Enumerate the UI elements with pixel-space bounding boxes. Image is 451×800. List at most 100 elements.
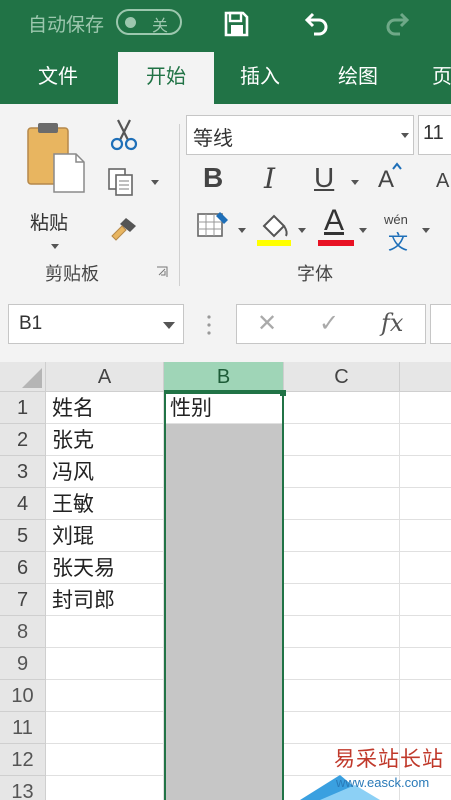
cell-c[interactable] — [284, 456, 400, 488]
cell-a[interactable]: 姓名 — [46, 392, 164, 424]
tab-insert[interactable]: 插入 — [240, 48, 280, 104]
cell-d[interactable] — [400, 488, 451, 520]
cut-icon[interactable] — [108, 118, 140, 152]
bold-button[interactable]: B — [203, 162, 223, 194]
tab-page-layout[interactable]: 页 — [432, 48, 451, 104]
cell-d[interactable] — [400, 424, 451, 456]
undo-icon[interactable] — [300, 8, 332, 40]
row-header[interactable]: 7 — [0, 584, 46, 616]
cell-a[interactable]: 张克 — [46, 424, 164, 456]
cell-a[interactable] — [46, 616, 164, 648]
cell-b[interactable] — [164, 584, 284, 616]
grow-font-button[interactable]: A — [378, 166, 394, 194]
underline-button[interactable]: U — [314, 162, 334, 194]
cell-b[interactable] — [164, 712, 284, 744]
phonetic-dropdown-icon[interactable] — [422, 228, 430, 233]
row-header[interactable]: 13 — [0, 776, 46, 800]
borders-dropdown-icon[interactable] — [238, 228, 246, 233]
formula-input[interactable] — [430, 304, 451, 344]
font-color-button[interactable]: A — [324, 204, 344, 238]
autosave-toggle[interactable]: 关 — [116, 9, 182, 35]
cell-d[interactable] — [400, 552, 451, 584]
column-header-d[interactable] — [400, 362, 451, 392]
cell-d[interactable] — [400, 392, 451, 424]
column-header-a[interactable]: A — [46, 362, 164, 392]
cell-b[interactable] — [164, 552, 284, 584]
font-size-combobox[interactable]: 11 — [418, 115, 451, 155]
cell-b[interactable] — [164, 680, 284, 712]
dialog-launcher-icon[interactable] — [156, 266, 168, 278]
copy-dropdown-icon[interactable] — [151, 180, 159, 185]
cell-c[interactable] — [284, 552, 400, 584]
cell-c[interactable] — [284, 584, 400, 616]
row-header[interactable]: 3 — [0, 456, 46, 488]
cell-b[interactable] — [164, 616, 284, 648]
phonetic-guide-button[interactable]: wén 文 — [382, 208, 418, 254]
name-box[interactable]: B1 — [8, 304, 184, 344]
redo-icon[interactable] — [382, 8, 414, 40]
tab-draw[interactable]: 绘图 — [338, 48, 378, 104]
cell-d[interactable] — [400, 584, 451, 616]
row-header[interactable]: 5 — [0, 520, 46, 552]
cell-d[interactable] — [400, 456, 451, 488]
underline-dropdown-icon[interactable] — [351, 180, 359, 185]
cell-b[interactable] — [164, 648, 284, 680]
cell-d[interactable] — [400, 616, 451, 648]
cell-b[interactable] — [164, 488, 284, 520]
cell-b[interactable] — [164, 776, 284, 800]
row-header[interactable]: 10 — [0, 680, 46, 712]
row-header[interactable]: 9 — [0, 648, 46, 680]
column-header-c[interactable]: C — [284, 362, 400, 392]
row-header[interactable]: 12 — [0, 744, 46, 776]
cell-b[interactable] — [164, 520, 284, 552]
save-icon[interactable] — [220, 8, 252, 40]
font-name-combobox[interactable]: 等线 — [186, 115, 414, 155]
row-header[interactable]: 1 — [0, 392, 46, 424]
cell-c[interactable] — [284, 488, 400, 520]
cell-c[interactable] — [284, 616, 400, 648]
cell-c[interactable] — [284, 392, 400, 424]
cell-a[interactable]: 王敏 — [46, 488, 164, 520]
row-header[interactable]: 4 — [0, 488, 46, 520]
cell-b[interactable] — [164, 744, 284, 776]
row-header[interactable]: 8 — [0, 616, 46, 648]
cancel-icon[interactable]: ✕ — [257, 309, 277, 338]
cell-c[interactable] — [284, 680, 400, 712]
cell-a[interactable]: 刘琨 — [46, 520, 164, 552]
cell-a[interactable] — [46, 776, 164, 800]
row-header[interactable]: 2 — [0, 424, 46, 456]
shrink-font-button[interactable]: A — [436, 170, 449, 193]
fill-color-icon[interactable] — [256, 210, 292, 246]
insert-function-button[interactable]: fx — [381, 309, 403, 337]
cell-b[interactable] — [164, 424, 284, 456]
cell-b[interactable]: 性别 — [164, 392, 284, 424]
copy-icon[interactable] — [106, 166, 136, 198]
format-painter-icon[interactable] — [108, 214, 140, 244]
cell-a[interactable] — [46, 680, 164, 712]
cell-c[interactable] — [284, 424, 400, 456]
cell-a[interactable] — [46, 648, 164, 680]
tab-file[interactable]: 文件 — [38, 48, 78, 104]
cell-a[interactable]: 冯风 — [46, 456, 164, 488]
italic-button[interactable]: I — [264, 162, 275, 195]
cell-c[interactable] — [284, 648, 400, 680]
row-header[interactable]: 11 — [0, 712, 46, 744]
cell-a[interactable] — [46, 744, 164, 776]
cell-a[interactable]: 张天易 — [46, 552, 164, 584]
cell-a[interactable] — [46, 712, 164, 744]
cell-d[interactable] — [400, 520, 451, 552]
cell-c[interactable] — [284, 520, 400, 552]
enter-icon[interactable]: ✓ — [319, 309, 339, 338]
cell-d[interactable] — [400, 680, 451, 712]
cell-a[interactable]: 封司郎 — [46, 584, 164, 616]
tab-home[interactable]: 开始 — [118, 52, 214, 104]
row-header[interactable]: 6 — [0, 552, 46, 584]
fill-handle[interactable] — [280, 390, 286, 396]
cell-d[interactable] — [400, 648, 451, 680]
paste-button[interactable]: 粘贴 — [14, 114, 94, 264]
column-header-b[interactable]: B — [164, 362, 284, 392]
borders-icon[interactable] — [196, 210, 230, 240]
select-all-corner[interactable] — [0, 362, 46, 392]
font-color-dropdown-icon[interactable] — [359, 228, 367, 233]
cell-b[interactable] — [164, 456, 284, 488]
